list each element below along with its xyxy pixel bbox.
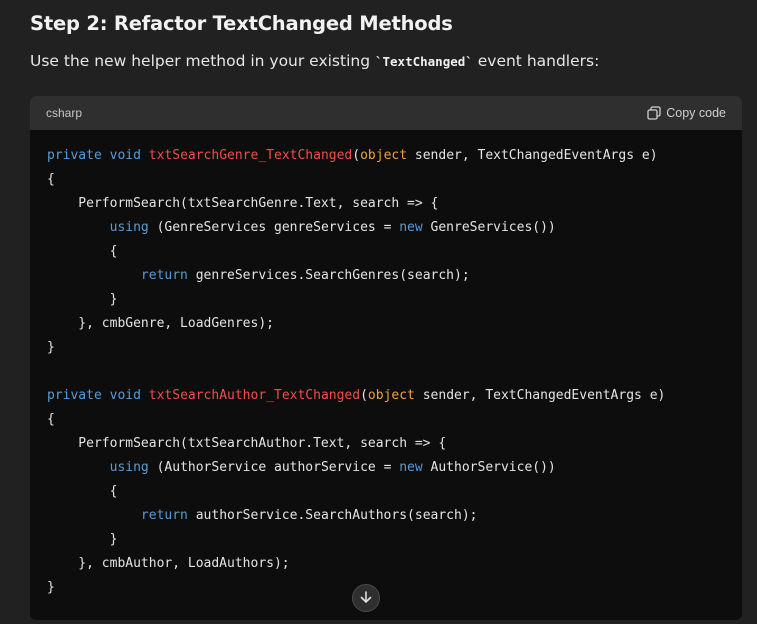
code-token: { <box>47 244 118 259</box>
code-token: ( <box>352 148 361 163</box>
code-line: { <box>47 408 665 432</box>
code-token: object <box>360 148 408 163</box>
code-token: } <box>47 532 118 547</box>
code-token: return <box>140 268 188 283</box>
code-token: new <box>399 460 423 475</box>
intro-text-after: event handlers: <box>472 52 600 70</box>
code-language-label: csharp <box>46 106 83 120</box>
code-token: } <box>47 580 55 595</box>
code-line: }, cmbGenre, LoadGenres); <box>47 312 665 336</box>
code-token: ( <box>360 388 368 403</box>
code-token: }, cmbGenre, LoadGenres); <box>47 316 274 331</box>
code-token: genreServices.SearchGenres(search); <box>187 268 470 283</box>
copy-icon <box>647 106 661 120</box>
copy-code-button[interactable]: Copy code <box>647 106 726 120</box>
code-line: private void txtSearchGenre_TextChanged(… <box>47 144 665 168</box>
code-line: } <box>47 288 665 312</box>
code-token: { <box>47 484 118 499</box>
code-token: PerformSearch(txtSearchGenre.Text, searc… <box>47 196 439 211</box>
code-content[interactable]: private void txtSearchGenre_TextChanged(… <box>47 144 665 600</box>
code-line: using (GenreServices genreServices = new… <box>47 216 665 240</box>
arrow-down-icon <box>359 589 373 608</box>
code-line: using (AuthorService authorService = new… <box>47 456 665 480</box>
intro-text-before: Use the new helper method in your existi… <box>30 52 375 70</box>
code-token: PerformSearch(txtSearchAuthor.Text, sear… <box>47 436 447 451</box>
step-heading: Step 2: Refactor TextChanged Methods <box>30 12 453 35</box>
inline-code: `TextChanged` <box>374 54 473 69</box>
code-token: }, cmbAuthor, LoadAuthors); <box>47 556 290 571</box>
code-token: object <box>367 388 415 403</box>
code-token: } <box>47 292 118 307</box>
code-line: }, cmbAuthor, LoadAuthors); <box>47 552 665 576</box>
code-token: using <box>109 460 149 475</box>
code-line: } <box>47 528 665 552</box>
scroll-down-button[interactable] <box>352 584 380 612</box>
code-line: { <box>47 168 665 192</box>
code-token: private <box>47 148 102 163</box>
code-token: sender, TextChangedEventArgs e) <box>407 148 658 163</box>
code-token: sender, TextChangedEventArgs e) <box>414 388 666 403</box>
code-token: new <box>399 220 423 235</box>
code-token: (AuthorService authorService = <box>148 460 400 475</box>
code-token: return <box>140 508 188 523</box>
code-token: txtSearchGenre_TextChanged <box>148 148 353 163</box>
code-line: return genreServices.SearchGenres(search… <box>47 264 665 288</box>
code-token: void <box>109 388 141 403</box>
code-token: txtSearchAuthor_TextChanged <box>148 388 361 403</box>
code-token: void <box>109 148 141 163</box>
code-token: { <box>47 412 55 427</box>
code-line: private void txtSearchAuthor_TextChanged… <box>47 384 665 408</box>
code-token: } <box>47 340 55 355</box>
code-token: private <box>47 388 102 403</box>
code-token: GenreServices()) <box>422 220 556 235</box>
code-token: (GenreServices genreServices = <box>148 220 400 235</box>
code-token: { <box>47 172 55 187</box>
code-block: csharp Copy code private void txtSearchG… <box>30 96 742 620</box>
code-line: PerformSearch(txtSearchGenre.Text, searc… <box>47 192 665 216</box>
code-line: return authorService.SearchAuthors(searc… <box>47 504 665 528</box>
code-line: { <box>47 480 665 504</box>
intro-paragraph: Use the new helper method in your existi… <box>30 52 599 70</box>
code-token: authorService.SearchAuthors(search); <box>187 508 478 523</box>
code-token: using <box>109 220 149 235</box>
chat-response: Step 2: Refactor TextChanged Methods Use… <box>0 0 757 624</box>
copy-code-label: Copy code <box>666 106 726 120</box>
code-line: { <box>47 240 665 264</box>
code-token: AuthorService()) <box>422 460 556 475</box>
code-line: PerformSearch(txtSearchAuthor.Text, sear… <box>47 432 665 456</box>
code-block-header: csharp Copy code <box>30 96 742 130</box>
code-line: } <box>47 336 665 360</box>
